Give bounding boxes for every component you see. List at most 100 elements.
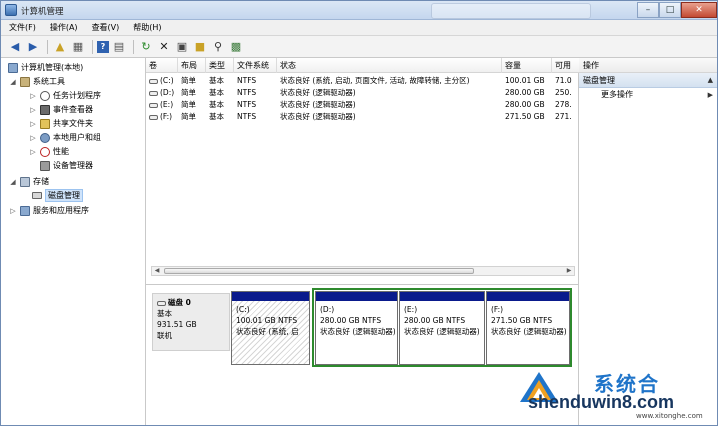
tree-device-manager-label: 设备管理器	[53, 161, 93, 170]
actions-section-disk-management[interactable]: 磁盘管理 ▲	[579, 73, 717, 88]
volume-name: (F:)	[160, 112, 173, 121]
tree-services-apps[interactable]: ▷ 服务和应用程序	[9, 204, 89, 217]
close-icon: ✕	[695, 5, 703, 15]
back-arrow-icon[interactable]: ◀	[7, 39, 23, 55]
partition-status: 状态良好 (逻辑驱动器)	[491, 327, 567, 336]
tree-device-manager[interactable]: 设备管理器	[37, 159, 93, 172]
tree-local-users[interactable]: ▷ 本地用户和组	[29, 131, 101, 144]
table-row[interactable]: (E:) 简单 基本 NTFS 状态良好 (逻辑驱动器) 280.00 GB 278.	[146, 99, 579, 111]
disk-status: 联机	[157, 331, 172, 340]
column-volume[interactable]: 卷	[146, 58, 178, 73]
menu-action[interactable]: 操作(A)	[50, 22, 78, 33]
minimize-button[interactable]: –	[637, 2, 659, 18]
expand-icon[interactable]: ▷	[29, 120, 37, 128]
partition-d[interactable]: (D:) 280.00 GB NTFS 状态良好 (逻辑驱动器)	[315, 291, 398, 365]
expand-icon[interactable]: ▷	[29, 106, 37, 114]
cell-vol: (E:)	[146, 99, 178, 111]
close-button[interactable]: ✕	[681, 2, 717, 18]
column-status[interactable]: 状态	[277, 58, 502, 73]
window-title: 计算机管理	[21, 7, 64, 17]
tree-local-users-label: 本地用户和组	[53, 133, 101, 142]
cell-type: 基本	[209, 112, 224, 121]
console-tree: 计算机管理(本地) ◢ 系统工具 ▷ 任务计划程序 ▷ 事件查看器 ▷ 共享文件…	[1, 58, 146, 425]
properties-icon[interactable]: ▤	[111, 39, 127, 55]
cell-status: 状态良好 (逻辑驱动器)	[280, 88, 356, 97]
collapse-up-icon[interactable]: ▲	[708, 73, 713, 88]
forward-arrow-icon[interactable]: ▶	[25, 39, 41, 55]
more-actions-item[interactable]: 更多操作 ▶	[579, 88, 717, 102]
delete-icon[interactable]: ✕	[156, 39, 172, 55]
computer-management-icon	[5, 4, 17, 16]
partition-status: 状态良好 (系统, 启	[236, 327, 299, 336]
disk-icon[interactable]: ▩	[228, 39, 244, 55]
tree-shared-folders[interactable]: ▷ 共享文件夹	[29, 117, 93, 130]
cell-free: 71.0	[555, 76, 572, 85]
cell-capacity: 280.00 GB	[505, 100, 545, 109]
storage-icon	[20, 176, 30, 187]
disk-size: 931.51 GB	[157, 320, 197, 329]
tree-disk-management-label: 磁盘管理	[45, 189, 83, 202]
disk-0-info[interactable]: 磁盘 0 基本 931.51 GB 联机	[152, 293, 230, 351]
column-layout[interactable]: 布局	[178, 58, 206, 73]
partition-c[interactable]: (C:) 100.01 GB NTFS 状态良好 (系统, 启	[231, 291, 310, 365]
menu-file[interactable]: 文件(F)	[9, 22, 36, 33]
tree-storage[interactable]: ◢ 存储	[9, 175, 49, 188]
column-type[interactable]: 类型	[206, 58, 234, 73]
tree-performance[interactable]: ▷ 性能	[29, 145, 69, 158]
cell-type: 基本	[209, 88, 224, 97]
column-free[interactable]: 可用	[552, 58, 579, 73]
toolbar: ◀ ▶ ▲ ▦ ? ▤ ↻ ✕ ▣ ■ ⚲ ▩	[1, 36, 717, 58]
partition-f[interactable]: (F:) 271.50 GB NTFS 状态良好 (逻辑驱动器)	[486, 291, 570, 365]
cell-fs: NTFS	[237, 100, 257, 109]
search-icon[interactable]: ⚲	[210, 39, 226, 55]
scrollbar-thumb[interactable]	[164, 268, 474, 274]
console-tree-icon[interactable]: ▦	[70, 39, 86, 55]
tree-task-scheduler-label: 任务计划程序	[53, 91, 101, 100]
maximize-button[interactable]: □	[659, 2, 681, 18]
up-folder-icon[interactable]: ▲	[52, 39, 68, 55]
collapse-icon[interactable]: ◢	[9, 178, 17, 186]
menu-help[interactable]: 帮助(H)	[133, 22, 161, 33]
column-filesystem[interactable]: 文件系统	[234, 58, 277, 73]
expand-icon[interactable]: ▷	[29, 92, 37, 100]
volume-list-header: 卷 布局 类型 文件系统 状态 容量 可用	[146, 58, 579, 73]
actions-header: 操作	[579, 58, 717, 73]
scroll-left-icon[interactable]: ◀	[152, 267, 162, 275]
folder-icon[interactable]: ■	[192, 39, 208, 55]
cell-vol: (D:)	[146, 87, 178, 99]
tree-task-scheduler[interactable]: ▷ 任务计划程序	[29, 89, 101, 102]
volume-name: (D:)	[160, 88, 175, 97]
refresh-icon[interactable]: ↻	[138, 39, 154, 55]
cell-free: 250.	[555, 88, 572, 97]
expand-icon[interactable]: ▷	[29, 134, 37, 142]
toolbar-separator	[47, 39, 48, 54]
menu-view[interactable]: 查看(V)	[92, 22, 120, 33]
table-row[interactable]: (D:) 简单 基本 NTFS 状态良好 (逻辑驱动器) 280.00 GB 250.	[146, 87, 579, 99]
cell-type: 基本	[209, 100, 224, 109]
services-icon	[20, 205, 30, 216]
disk-map: 磁盘 0 基本 931.51 GB 联机 (C:) 100.01 GB NTFS…	[146, 284, 579, 425]
column-capacity[interactable]: 容量	[502, 58, 552, 73]
collapse-icon[interactable]: ◢	[9, 78, 17, 86]
cell-capacity: 280.00 GB	[505, 88, 545, 97]
tree-services-apps-label: 服务和应用程序	[33, 206, 89, 215]
tree-disk-management[interactable]: 磁盘管理	[29, 189, 83, 202]
partition-e[interactable]: (E:) 280.00 GB NTFS 状态良好 (逻辑驱动器)	[399, 291, 485, 365]
cell-vol: (F:)	[146, 111, 178, 123]
computer-management-window: 计算机管理 – □ ✕ 文件(F) 操作(A) 查看(V) 帮助(H) ◀ ▶ …	[0, 0, 718, 426]
expand-icon[interactable]: ▷	[9, 207, 17, 215]
watermark-url: shenduwin8.com	[528, 392, 675, 412]
cell-layout: 简单	[181, 76, 196, 85]
table-row[interactable]: (C:) 简单 基本 NTFS 状态良好 (系统, 启动, 页面文件, 活动, 故障转储…	[146, 75, 579, 87]
expand-icon[interactable]: ▷	[29, 148, 37, 156]
help-icon[interactable]: ?	[97, 40, 109, 53]
computer-icon	[8, 62, 18, 73]
toolbar-separator	[92, 39, 93, 54]
tree-system-tools[interactable]: ◢ 系统工具	[9, 75, 65, 88]
open-icon[interactable]: ▣	[174, 39, 190, 55]
horizontal-scrollbar[interactable]: ◀ ▶	[151, 266, 575, 276]
table-row[interactable]: (F:) 简单 基本 NTFS 状态良好 (逻辑驱动器) 271.50 GB 271.	[146, 111, 579, 123]
tree-event-viewer[interactable]: ▷ 事件查看器	[29, 103, 93, 116]
tree-root[interactable]: 计算机管理(本地)	[5, 61, 83, 74]
scroll-right-icon[interactable]: ▶	[564, 267, 574, 275]
